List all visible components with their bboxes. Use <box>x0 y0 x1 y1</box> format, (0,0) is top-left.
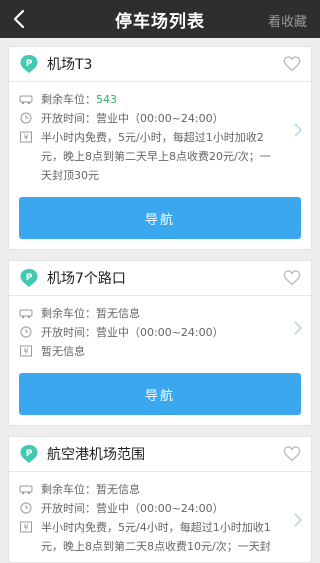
remaining-value: 暂无信息 <box>96 483 140 496</box>
remaining-label: 剩余车位： <box>41 93 96 106</box>
parking-info[interactable]: 剩余车位：暂无信息 开放时间：营业中（00:00~24:00） ¥ 半小时内免费… <box>9 472 311 562</box>
svg-text:P: P <box>26 59 33 69</box>
hours-row: 开放时间：营业中（00:00~24:00） <box>19 499 277 518</box>
remaining-row: 剩余车位：暂无信息 <box>19 480 277 499</box>
back-arrow-icon[interactable] <box>10 9 30 29</box>
chevron-right-icon <box>294 321 303 335</box>
heart-icon[interactable] <box>283 269 301 287</box>
page-title: 停车场列表 <box>115 11 205 32</box>
remaining-value: 543 <box>96 93 117 106</box>
hours-label: 开放时间： <box>41 502 96 515</box>
car-icon <box>19 309 33 319</box>
fee-row: ¥ 暂无信息 <box>19 342 277 361</box>
fee-text: 半小时内免费，5元/4小时，每超过1小时加收1元，晚上8点到第二天8点收费10元… <box>41 521 271 553</box>
navigate-button[interactable]: 导航 <box>19 373 301 415</box>
hours-row: 开放时间：营业中（00:00~24:00） <box>19 109 277 128</box>
car-icon <box>19 95 33 105</box>
chevron-right-icon <box>294 123 303 137</box>
remaining-label: 剩余车位： <box>41 307 96 320</box>
hours-value: 营业中（00:00~24:00） <box>96 112 224 125</box>
svg-text:P: P <box>26 449 33 459</box>
clock-icon <box>20 326 32 338</box>
parking-card: P 航空港机场范围 剩余车位：暂无信息 开放时间：营业中（00:00~24:00… <box>8 436 312 563</box>
card-header[interactable]: P 航空港机场范围 <box>9 437 311 472</box>
remaining-row: 剩余车位：暂无信息 <box>19 304 277 323</box>
car-icon <box>19 485 33 495</box>
parking-info[interactable]: 剩余车位：暂无信息 开放时间：营业中（00:00~24:00） ¥ 暂无信息 <box>9 296 311 367</box>
remaining-row: 剩余车位：543 <box>19 90 277 109</box>
heart-icon[interactable] <box>283 55 301 73</box>
card-header[interactable]: P 机场7个路口 <box>9 261 311 296</box>
svg-text:¥: ¥ <box>23 133 28 142</box>
parking-card: P 机场7个路口 剩余车位：暂无信息 开放时间：营业中（00:00~24:00）… <box>8 260 312 426</box>
clock-icon <box>20 502 32 514</box>
hours-label: 开放时间： <box>41 112 96 125</box>
fee-text: 半小时内免费，5元/小时，每超过1小时加收2元，晚上8点到第二天早上8点收费20… <box>41 131 271 182</box>
hours-value: 营业中（00:00~24:00） <box>96 502 224 515</box>
navigate-button[interactable]: 导航 <box>19 197 301 239</box>
parking-name: 机场7个路口 <box>47 271 126 287</box>
fee-row: ¥ 半小时内免费，5元/小时，每超过1小时加收2元，晚上8点到第二天早上8点收费… <box>19 128 277 185</box>
parking-info[interactable]: 剩余车位：543 开放时间：营业中（00:00~24:00） ¥ 半小时内免费，… <box>9 82 311 191</box>
fee-text: 暂无信息 <box>41 345 85 358</box>
svg-text:¥: ¥ <box>23 347 28 356</box>
chevron-right-icon <box>294 513 303 527</box>
fee-row: ¥ 半小时内免费，5元/4小时，每超过1小时加收1元，晚上8点到第二天8点收费1… <box>19 518 277 556</box>
clock-icon <box>20 112 32 124</box>
parking-list: P 机场T3 剩余车位：543 开放时间：营业中（00:00~24:00） ¥ … <box>0 38 320 563</box>
parking-pin-icon: P <box>20 269 38 287</box>
hours-row: 开放时间：营业中（00:00~24:00） <box>19 323 277 342</box>
favorites-link[interactable]: 看收藏 <box>268 11 307 30</box>
parking-pin-icon: P <box>20 55 38 73</box>
fee-icon: ¥ <box>20 345 32 357</box>
parking-name: 航空港机场范围 <box>47 447 145 463</box>
svg-text:¥: ¥ <box>23 523 28 532</box>
fee-icon: ¥ <box>20 521 32 533</box>
hours-value: 营业中（00:00~24:00） <box>96 326 224 339</box>
remaining-value: 暂无信息 <box>96 307 140 320</box>
remaining-label: 剩余车位： <box>41 483 96 496</box>
hours-label: 开放时间： <box>41 326 96 339</box>
card-header[interactable]: P 机场T3 <box>9 47 311 82</box>
parking-name: 机场T3 <box>47 57 93 73</box>
parking-card: P 机场T3 剩余车位：543 开放时间：营业中（00:00~24:00） ¥ … <box>8 46 312 250</box>
heart-icon[interactable] <box>283 445 301 463</box>
fee-icon: ¥ <box>20 131 32 143</box>
svg-text:P: P <box>26 273 33 283</box>
parking-pin-icon: P <box>20 445 38 463</box>
top-bar: 停车场列表 看收藏 <box>0 0 320 38</box>
